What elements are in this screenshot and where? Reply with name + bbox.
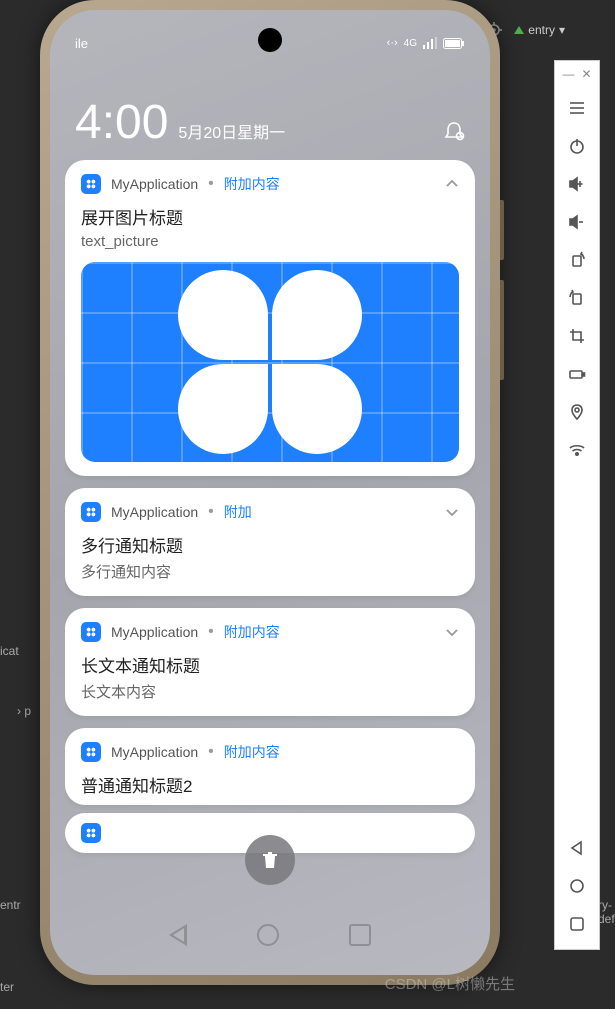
run-icon bbox=[514, 26, 524, 34]
lockscreen-header: 4:00 5月20日星期一 bbox=[50, 95, 490, 150]
volume-down-button[interactable] bbox=[555, 203, 599, 241]
app-name: MyApplication bbox=[111, 504, 198, 520]
expand-icon[interactable] bbox=[445, 625, 459, 639]
camera-notch bbox=[258, 28, 282, 52]
power-button[interactable] bbox=[555, 127, 599, 165]
android-nav-bar bbox=[50, 915, 490, 955]
notification-title: 展开图片标题 bbox=[81, 204, 459, 229]
minimize-icon[interactable]: — bbox=[562, 67, 574, 81]
emulator-recent-button[interactable] bbox=[555, 905, 599, 943]
phone-screen[interactable]: ile ‹·› 4G 4:00 5月20日星期一 bbox=[50, 10, 490, 975]
emulator-sidebar: — ✕ bbox=[554, 60, 600, 950]
notification-extra: 附加内容 bbox=[224, 174, 280, 194]
notification-title: 长文本通知标题 bbox=[81, 652, 459, 677]
battery-button[interactable] bbox=[555, 355, 599, 393]
run-config-label: entry bbox=[528, 23, 555, 37]
separator-dot: • bbox=[208, 503, 214, 521]
app-name: MyApplication bbox=[111, 176, 198, 192]
side-button bbox=[500, 280, 504, 380]
ide-side-text: ter bbox=[0, 980, 14, 994]
notification-body: 长文本内容 bbox=[81, 681, 459, 702]
separator-dot: • bbox=[208, 743, 214, 761]
app-name: MyApplication bbox=[111, 744, 198, 760]
app-icon bbox=[81, 823, 101, 843]
network-label: 4G bbox=[404, 38, 417, 49]
notification-title: 普通通知标题2 bbox=[81, 772, 459, 797]
ide-side-text: › p bbox=[17, 704, 31, 718]
notification-extra: 附加 bbox=[224, 502, 252, 522]
emulator-home-button[interactable] bbox=[555, 867, 599, 905]
notification-body: 多行通知内容 bbox=[81, 561, 459, 582]
ide-side-text: entr bbox=[0, 898, 21, 912]
notification-bell-icon[interactable] bbox=[443, 120, 465, 142]
signal-icon bbox=[423, 37, 437, 49]
ide-text-fragment: ry-def bbox=[598, 898, 615, 926]
clear-all-button[interactable] bbox=[245, 835, 295, 885]
flower-icon bbox=[170, 262, 370, 462]
emulator-back-button[interactable] bbox=[555, 829, 599, 867]
ide-side-text: icat bbox=[0, 644, 19, 658]
side-button bbox=[500, 200, 504, 260]
collapse-icon[interactable] bbox=[445, 177, 459, 191]
expand-icon[interactable] bbox=[445, 505, 459, 519]
clock-time: 4:00 bbox=[75, 95, 168, 150]
status-left: ile bbox=[75, 36, 88, 51]
battery-icon bbox=[443, 38, 465, 49]
separator-dot: • bbox=[208, 623, 214, 641]
menu-button[interactable] bbox=[555, 89, 599, 127]
rotate-right-button[interactable] bbox=[555, 241, 599, 279]
close-icon[interactable]: ✕ bbox=[581, 67, 591, 81]
app-name: MyApplication bbox=[111, 624, 198, 640]
notification-extra: 附加内容 bbox=[224, 742, 280, 762]
app-icon bbox=[81, 174, 101, 194]
nav-recent-button[interactable] bbox=[349, 924, 371, 946]
nav-back-button[interactable] bbox=[169, 924, 187, 946]
separator-dot: • bbox=[208, 175, 214, 193]
app-icon bbox=[81, 622, 101, 642]
wifi-button[interactable] bbox=[555, 431, 599, 469]
notification-body: text_picture bbox=[81, 233, 459, 250]
nav-home-button[interactable] bbox=[257, 924, 279, 946]
lock-date: 5月20日星期一 bbox=[178, 119, 285, 143]
phone-frame: ile ‹·› 4G 4:00 5月20日星期一 bbox=[40, 0, 500, 985]
notification-extra: 附加内容 bbox=[224, 622, 280, 642]
app-icon bbox=[81, 742, 101, 762]
code-icon: ‹·› bbox=[387, 37, 398, 49]
app-icon bbox=[81, 502, 101, 522]
notification-list[interactable]: MyApplication • 附加内容 展开图片标题 text_picture bbox=[65, 160, 475, 885]
notification-title: 多行通知标题 bbox=[81, 532, 459, 557]
run-config-dropdown[interactable]: entry ▾ bbox=[514, 23, 565, 37]
notification-card[interactable]: MyApplication • 附加内容 展开图片标题 text_picture bbox=[65, 160, 475, 476]
dropdown-arrow-icon: ▾ bbox=[559, 23, 565, 37]
notification-card[interactable]: MyApplication • 附加内容 长文本通知标题 长文本内容 bbox=[65, 608, 475, 716]
notification-card[interactable]: MyApplication • 附加内容 普通通知标题2 bbox=[65, 728, 475, 805]
volume-up-button[interactable] bbox=[555, 165, 599, 203]
rotate-left-button[interactable] bbox=[555, 279, 599, 317]
watermark: CSDN @L树懒先生 bbox=[385, 973, 515, 994]
location-button[interactable] bbox=[555, 393, 599, 431]
notification-card[interactable]: MyApplication • 附加 多行通知标题 多行通知内容 bbox=[65, 488, 475, 596]
crop-button[interactable] bbox=[555, 317, 599, 355]
notification-image bbox=[81, 262, 459, 462]
